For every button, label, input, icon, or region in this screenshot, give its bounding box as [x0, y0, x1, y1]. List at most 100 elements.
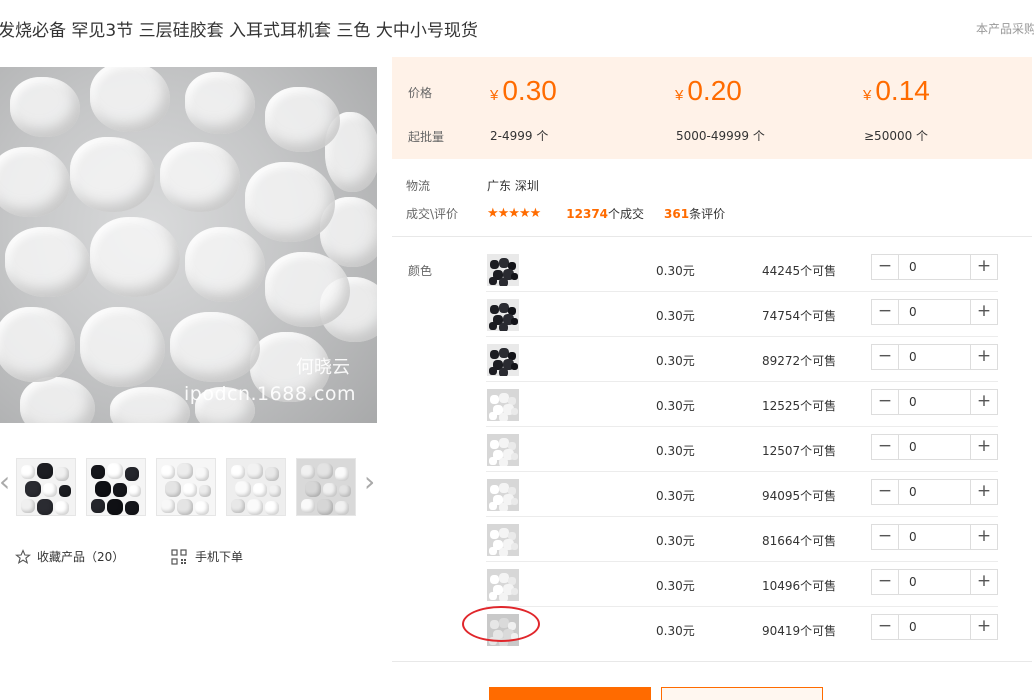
favorite-product[interactable]: 收藏产品（20） — [15, 548, 124, 565]
chevron-right-icon[interactable]: › — [364, 468, 375, 496]
swatch-piece — [489, 547, 497, 555]
quantity-input[interactable]: 0 — [898, 480, 971, 504]
variant-swatch[interactable] — [487, 434, 519, 466]
swatch-piece — [499, 503, 508, 511]
minus-icon[interactable]: − — [872, 300, 898, 324]
minus-icon[interactable]: − — [872, 435, 898, 459]
quantity-input[interactable]: 0 — [898, 390, 971, 414]
swatch-piece — [511, 318, 518, 325]
thumb-piece — [301, 499, 315, 513]
thumbnail-2[interactable] — [86, 458, 146, 516]
quantity-input[interactable]: 0 — [898, 345, 971, 369]
thumbnail-5[interactable] — [296, 458, 356, 516]
swatch-piece — [489, 367, 497, 375]
tier-2-range: 5000-49999 个 — [676, 129, 765, 143]
quantity-input[interactable]: 0 — [898, 300, 971, 324]
quantity-stepper: −0 + — [871, 299, 998, 325]
variant-swatch[interactable] — [487, 299, 519, 331]
variant-row: 0.30元 12525个可售 −0 + — [486, 382, 998, 427]
minus-icon[interactable]: − — [872, 390, 898, 414]
plus-icon[interactable]: + — [971, 435, 997, 459]
plus-icon[interactable]: + — [971, 480, 997, 504]
swatch-piece — [499, 278, 508, 286]
mobile-label: 手机下单 — [195, 550, 244, 564]
swatch-piece — [499, 458, 508, 466]
swatch-piece — [489, 457, 497, 465]
variant-price: 0.30元 — [656, 309, 695, 323]
color-label: 颜色 — [408, 264, 433, 278]
main-product-image[interactable]: 何晓云 ipodcn.1688.com — [0, 67, 377, 423]
thumb-piece — [305, 481, 321, 497]
swatch-piece — [490, 395, 499, 404]
variant-swatch[interactable] — [487, 569, 519, 601]
quantity-input[interactable]: 0 — [898, 255, 971, 279]
price-value: 0.20 — [687, 75, 742, 106]
price-value: 0.30 — [502, 75, 557, 106]
thumb-piece — [339, 485, 351, 497]
currency-symbol: ¥ — [490, 87, 499, 104]
minus-icon[interactable]: − — [872, 255, 898, 279]
price-label: 价格 — [408, 86, 433, 100]
thumb-piece — [107, 463, 123, 479]
quantity-input[interactable]: 0 — [898, 435, 971, 459]
moq-label: 起批量 — [408, 130, 445, 144]
thumbnail-1[interactable] — [16, 458, 76, 516]
minus-icon[interactable]: − — [872, 570, 898, 594]
eartip-piece — [10, 77, 80, 137]
variant-swatch[interactable] — [487, 389, 519, 421]
variant-stock: 81664个可售 — [762, 534, 837, 548]
swatch-piece — [511, 588, 518, 595]
tier-3-range: ≥50000 个 — [864, 129, 929, 143]
deals-count[interactable]: 12374 — [566, 207, 608, 221]
chevron-left-icon[interactable]: ‹ — [0, 468, 10, 496]
thumb-piece — [43, 483, 57, 497]
quantity-input[interactable]: 0 — [898, 615, 971, 639]
variant-swatch[interactable] — [487, 479, 519, 511]
watermark-site: ipodcn.1688.com — [184, 383, 357, 405]
variant-swatch[interactable] — [487, 344, 519, 376]
quantity-input[interactable]: 0 — [898, 570, 971, 594]
price-value: 0.14 — [875, 75, 930, 106]
variant-price: 0.30元 — [656, 534, 695, 548]
thumb-piece — [231, 499, 245, 513]
add-to-cart-button[interactable] — [661, 687, 823, 700]
swatch-piece — [489, 322, 497, 330]
swatch-piece — [489, 412, 497, 420]
thumb-piece — [21, 499, 35, 513]
plus-icon[interactable]: + — [971, 570, 997, 594]
currency-symbol: ¥ — [863, 87, 872, 104]
plus-icon[interactable]: + — [971, 615, 997, 639]
procurement-note[interactable]: 本产品采购 — [976, 20, 1034, 37]
minus-icon[interactable]: − — [872, 480, 898, 504]
swatch-piece — [490, 530, 499, 539]
plus-icon[interactable]: + — [971, 255, 997, 279]
minus-icon[interactable]: − — [872, 615, 898, 639]
thumb-piece — [323, 483, 337, 497]
mobile-order[interactable]: 手机下单 — [171, 548, 243, 565]
logistics-value[interactable]: 广东 深圳 — [487, 177, 539, 194]
buy-now-button[interactable] — [489, 687, 651, 700]
plus-icon[interactable]: + — [971, 345, 997, 369]
thumb-piece — [125, 467, 139, 481]
logistics-row: 物流 广东 深圳 — [406, 177, 539, 194]
thumbnail-3[interactable] — [156, 458, 216, 516]
thumbnail-4[interactable] — [226, 458, 286, 516]
review-count[interactable]: 361 — [664, 207, 689, 221]
minus-icon[interactable]: − — [872, 525, 898, 549]
eartip-piece — [70, 137, 155, 212]
thumb-piece — [165, 481, 181, 497]
variant-swatch[interactable] — [487, 254, 519, 286]
price-tier-2: ¥0.20 — [675, 75, 742, 107]
plus-icon[interactable]: + — [971, 300, 997, 324]
plus-icon[interactable]: + — [971, 525, 997, 549]
thumb-piece — [235, 481, 251, 497]
thumb-piece — [317, 463, 333, 479]
swatch-piece — [490, 485, 499, 494]
plus-icon[interactable]: + — [971, 390, 997, 414]
swatch-piece — [489, 277, 497, 285]
variant-row: 0.30元 81664个可售 −0 + — [486, 517, 998, 562]
eartip-piece — [90, 217, 180, 297]
quantity-input[interactable]: 0 — [898, 525, 971, 549]
variant-swatch[interactable] — [487, 524, 519, 556]
minus-icon[interactable]: − — [872, 345, 898, 369]
